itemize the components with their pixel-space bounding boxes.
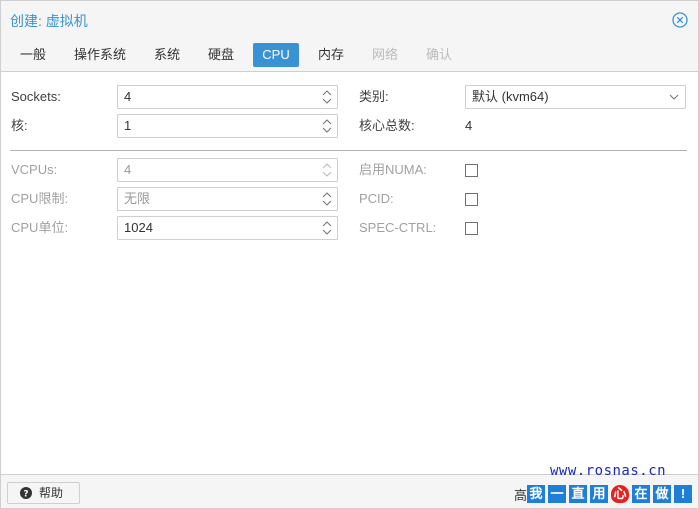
help-icon: ? [20,487,32,499]
cpu-type-label: 类别: [359,89,389,104]
tab-memory[interactable]: 内存 [309,43,353,67]
cpu-units-input[interactable]: 1024 [117,216,338,240]
total-cores-value: 4 [465,118,473,133]
tab-os[interactable]: 操作系统 [65,43,135,67]
dialog-title-bar: 创建: 虚拟机 [1,1,698,39]
tab-general[interactable]: 一般 [11,43,55,67]
cpu-type-value: 默认 (kvm64) [472,89,549,104]
tab-cpu[interactable]: CPU [253,43,299,67]
help-label: 帮助 [39,486,64,500]
numa-label: 启用NUMA: [359,162,427,177]
watermark-slogan: 我一直用心在做! [527,485,695,505]
chevron-down-icon[interactable] [669,92,679,102]
cpu-limit-label: CPU限制: [11,191,69,206]
tab-network: 网络 [371,47,398,62]
sockets-label: Sockets: [11,89,61,104]
tab-confirm: 确认 [425,47,452,62]
watermark-char: 一 [548,485,566,503]
cpu-limit-input[interactable]: 无限 [117,187,338,211]
create-vm-dialog: 创建: 虚拟机 一般 操作系统 系统 硬盘 CPU 内存 网络 确认 Socke… [0,0,699,509]
sockets-input[interactable]: 4 [117,85,338,109]
watermark-heart-char: 心 [611,485,629,503]
vcpus-value: 4 [124,162,132,177]
watermark-char: 直 [569,485,587,503]
tab-bar: 一般 操作系统 系统 硬盘 CPU 内存 网络 确认 [1,39,698,72]
close-icon[interactable] [672,12,688,28]
pcid-label: PCID: [359,191,394,206]
dialog-title: 创建: 虚拟机 [10,13,88,29]
watermark-char: 在 [632,485,650,503]
tab-system[interactable]: 系统 [145,43,189,67]
watermark-char: 用 [590,485,608,503]
cores-input[interactable]: 1 [117,114,338,138]
cpu-units-value: 1024 [124,220,153,235]
vcpus-label: VCPUs: [11,162,58,177]
total-cores-label: 核心总数: [359,118,415,133]
numa-checkbox[interactable] [465,164,478,177]
vcpus-input[interactable]: 4 [117,158,338,182]
spinner-icon[interactable] [321,89,333,105]
cpu-units-label: CPU单位: [11,220,69,235]
spinner-icon[interactable] [321,118,333,134]
watermark-url: www.rosnas.cn [550,463,667,479]
section-divider [10,150,687,151]
spinner-icon[interactable] [321,191,333,207]
cores-value: 1 [124,118,132,133]
spinner-icon[interactable] [321,220,333,236]
spinner-icon[interactable] [321,162,333,178]
watermark-char: ! [674,485,692,503]
watermark: www.rosnas.cn 我一直用心在做! [525,463,697,507]
help-button[interactable]: ? 帮助 [7,482,80,504]
watermark-char: 我 [527,485,545,503]
tab-disk[interactable]: 硬盘 [199,43,243,67]
spec-ctrl-label: SPEC-CTRL: [359,220,437,235]
cpu-limit-value: 无限 [124,191,151,206]
cores-label: 核: [11,118,28,133]
svg-text:?: ? [23,489,28,499]
spec-ctrl-checkbox[interactable] [465,222,478,235]
sockets-value: 4 [124,89,132,104]
watermark-char: 做 [653,485,671,503]
cpu-type-select[interactable]: 默认 (kvm64) [465,85,686,109]
pcid-checkbox[interactable] [465,193,478,206]
cpu-settings-panel [1,73,698,474]
